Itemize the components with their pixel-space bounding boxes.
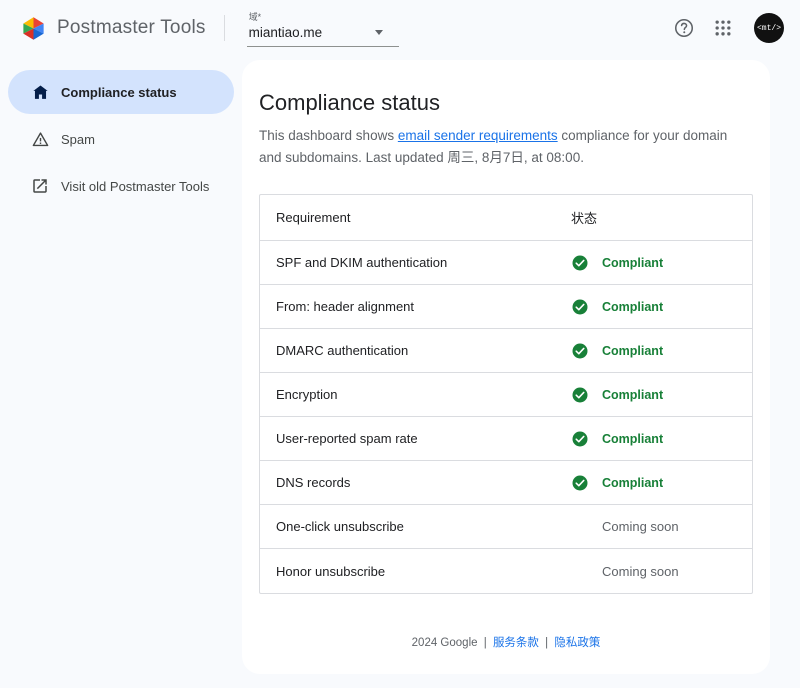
requirement-label: From: header alignment bbox=[260, 299, 571, 314]
table-row: User-reported spam rate Compliant bbox=[260, 417, 752, 461]
footer-separator: | bbox=[545, 637, 548, 649]
requirement-label: User-reported spam rate bbox=[260, 431, 571, 446]
table-row: One-click unsubscribe Coming soon bbox=[260, 505, 752, 549]
table-row: SPF and DKIM authentication Compliant bbox=[260, 241, 752, 285]
status-cell: Compliant bbox=[571, 298, 752, 316]
email-sender-requirements-link[interactable]: email sender requirements bbox=[398, 128, 558, 143]
card-footer: 2024 Google | 服务条款 | 隐私政策 bbox=[242, 634, 770, 650]
requirement-label: Honor unsubscribe bbox=[260, 564, 571, 579]
footer-separator: | bbox=[484, 637, 487, 649]
status-cell: Compliant bbox=[571, 474, 752, 492]
sidebar-item-spam[interactable]: Spam bbox=[8, 117, 234, 161]
sidebar-item-label: Spam bbox=[61, 132, 95, 147]
page: Postmaster Tools 域* miantiao.me bbox=[0, 0, 800, 688]
apps-grid-icon[interactable] bbox=[711, 16, 735, 40]
requirement-label: One-click unsubscribe bbox=[260, 519, 571, 534]
terms-of-service-link[interactable]: 服务条款 bbox=[493, 637, 539, 649]
requirement-label: DNS records bbox=[260, 475, 571, 490]
app-title: Postmaster Tools bbox=[57, 17, 206, 39]
column-header-requirement: Requirement bbox=[260, 210, 571, 225]
requirement-label: SPF and DKIM authentication bbox=[260, 255, 571, 270]
warning-icon bbox=[30, 129, 50, 149]
sidebar: Compliance status Spam bbox=[0, 56, 242, 688]
description-prefix: This dashboard shows bbox=[259, 128, 398, 143]
table-row: From: header alignment Compliant bbox=[260, 285, 752, 329]
requirement-label: Encryption bbox=[260, 387, 571, 402]
main-card: Compliance status This dashboard shows e… bbox=[242, 60, 770, 674]
status-text: Coming soon bbox=[602, 519, 679, 534]
external-link-icon bbox=[30, 176, 50, 196]
compliance-table: Requirement 状态 SPF and DKIM authenticati… bbox=[259, 194, 753, 594]
check-circle-icon bbox=[571, 474, 589, 492]
check-circle-icon bbox=[571, 298, 589, 316]
privacy-policy-link[interactable]: 隐私政策 bbox=[554, 637, 600, 649]
header-divider bbox=[224, 15, 225, 41]
status-text: Compliant bbox=[602, 300, 663, 314]
status-cell: Compliant bbox=[571, 386, 752, 404]
check-circle-icon bbox=[571, 386, 589, 404]
column-header-status: 状态 bbox=[571, 208, 752, 227]
help-icon[interactable] bbox=[672, 16, 696, 40]
status-cell: Compliant bbox=[571, 254, 752, 272]
postmaster-tools-logo-icon bbox=[20, 15, 47, 42]
check-circle-icon bbox=[571, 430, 589, 448]
home-icon bbox=[30, 82, 50, 102]
header-actions: <mt/> bbox=[672, 13, 784, 43]
domain-selector[interactable]: 域* miantiao.me bbox=[247, 9, 399, 47]
description: This dashboard shows email sender requir… bbox=[259, 125, 753, 168]
layout: Compliance status Spam bbox=[0, 56, 800, 688]
status-cell: Compliant bbox=[571, 430, 752, 448]
requirement-label: DMARC authentication bbox=[260, 343, 571, 358]
table-header-row: Requirement 状态 bbox=[260, 195, 752, 241]
chevron-down-icon bbox=[375, 30, 383, 35]
avatar[interactable]: <mt/> bbox=[754, 13, 784, 43]
app-header: Postmaster Tools 域* miantiao.me bbox=[0, 0, 800, 56]
sidebar-item-label: Visit old Postmaster Tools bbox=[61, 179, 209, 194]
page-title: Compliance status bbox=[259, 90, 753, 116]
table-row: Encryption Compliant bbox=[260, 373, 752, 417]
status-cell: Compliant bbox=[571, 342, 752, 360]
table-row: Honor unsubscribe Coming soon bbox=[260, 549, 752, 593]
status-text: Compliant bbox=[602, 388, 663, 402]
status-cell: Coming soon bbox=[571, 562, 752, 580]
status-text: Compliant bbox=[602, 256, 663, 270]
status-text: Compliant bbox=[602, 344, 663, 358]
table-row: DMARC authentication Compliant bbox=[260, 329, 752, 373]
sidebar-item-visit-old-postmaster-tools[interactable]: Visit old Postmaster Tools bbox=[8, 164, 234, 208]
copyright-text: 2024 Google bbox=[412, 637, 478, 649]
domain-selector-value: miantiao.me bbox=[249, 25, 323, 40]
check-circle-icon bbox=[571, 342, 589, 360]
check-circle-icon bbox=[571, 254, 589, 272]
domain-selector-label: 域* bbox=[249, 12, 397, 23]
sidebar-item-label: Compliance status bbox=[61, 85, 177, 100]
status-text: Coming soon bbox=[602, 564, 679, 579]
empty-icon-slot bbox=[571, 562, 589, 580]
status-text: Compliant bbox=[602, 476, 663, 490]
sidebar-item-compliance-status[interactable]: Compliance status bbox=[8, 70, 234, 114]
empty-icon-slot bbox=[571, 518, 589, 536]
compliance-table-body: SPF and DKIM authenticationCompliantFrom… bbox=[260, 241, 752, 593]
table-row: DNS records Compliant bbox=[260, 461, 752, 505]
status-text: Compliant bbox=[602, 432, 663, 446]
status-cell: Coming soon bbox=[571, 518, 752, 536]
